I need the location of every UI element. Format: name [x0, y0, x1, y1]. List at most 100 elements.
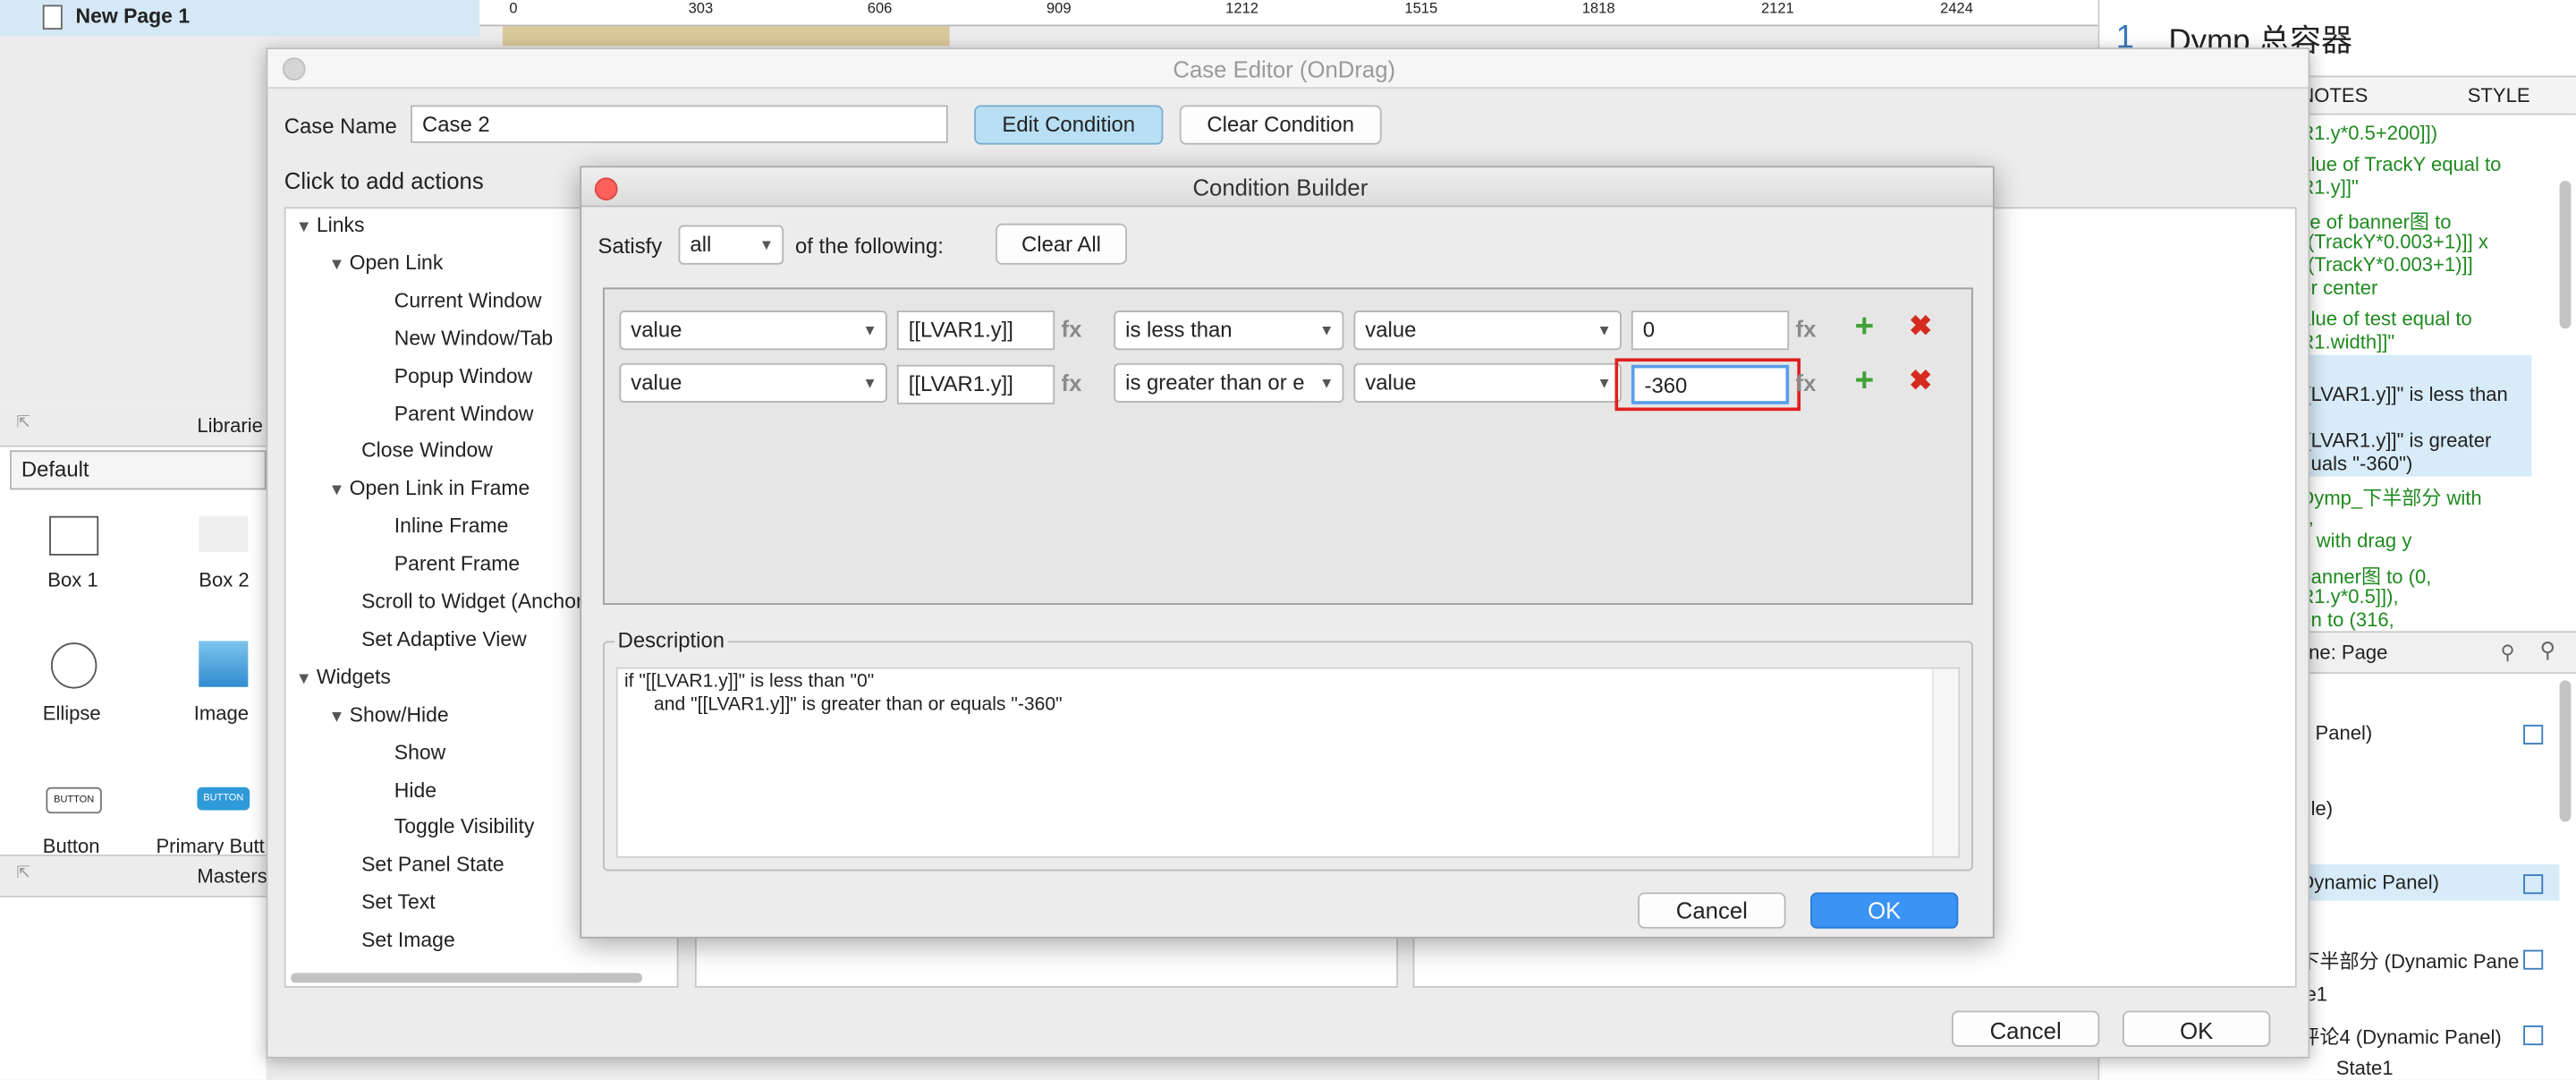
tree-item[interactable]: Hide: [394, 778, 436, 802]
tree-item[interactable]: Set Text: [361, 891, 436, 914]
close-icon[interactable]: [594, 177, 618, 201]
ruler-tick: 1818: [1581, 0, 1615, 17]
tree-item[interactable]: Close Window: [361, 439, 493, 463]
fx-button[interactable]: fx: [1062, 370, 1082, 395]
outline-item[interactable]: 下半部分 (Dynamic Pane: [2300, 947, 2519, 974]
add-row-icon[interactable]: +: [1855, 309, 1874, 346]
expand-triangle-icon[interactable]: ▼: [328, 256, 349, 274]
tree-item[interactable]: ▼ Widgets: [296, 665, 391, 688]
collapse-icon[interactable]: ⇱: [16, 414, 30, 432]
search-icon[interactable]: ⚲: [2540, 638, 2556, 664]
tree-item[interactable]: ▼ Open Link in Frame: [328, 477, 530, 500]
library-dropdown-value: Default: [21, 456, 89, 482]
close-icon[interactable]: [282, 57, 306, 81]
tree-item[interactable]: Show: [394, 741, 445, 764]
fx-button[interactable]: fx: [1796, 316, 1817, 342]
fx-button[interactable]: fx: [1062, 316, 1082, 342]
right-scrollbar[interactable]: [2559, 181, 2572, 329]
left-value-input[interactable]: [[LVAR1.y]]: [896, 364, 1055, 404]
outline-item[interactable]: 评论4 (Dynamic Panel): [2300, 1022, 2501, 1050]
left-type-dropdown[interactable]: value ▼: [619, 362, 887, 403]
panel-icon: [2523, 1025, 2544, 1046]
case-editor-title: Case Editor (OnDrag): [1173, 55, 1396, 82]
ellipse-icon[interactable]: [50, 642, 97, 689]
case-line: *(TrackY*0.003+1)]]: [2300, 252, 2473, 276]
chevron-down-icon: ▼: [1597, 374, 1612, 392]
tab-notes[interactable]: NOTES: [2300, 84, 2368, 107]
outline-scrollbar[interactable]: [2559, 680, 2572, 822]
outline-item[interactable]: Dynamic Panel): [2300, 871, 2439, 894]
tree-item[interactable]: Set Panel State: [361, 854, 504, 877]
filter-icon[interactable]: ⚲: [2500, 641, 2514, 664]
tree-item-label: Links: [316, 213, 365, 237]
right-type-dropdown[interactable]: value ▼: [1353, 310, 1622, 351]
tree-item[interactable]: New Window/Tab: [394, 327, 553, 350]
libraries-title: Librarie: [197, 413, 263, 438]
tree-item[interactable]: Set Image: [361, 929, 455, 952]
case-editor-ok-button[interactable]: OK: [2123, 1010, 2271, 1047]
outline-item[interactable]: c Panel): [2300, 721, 2372, 744]
edit-condition-button[interactable]: Edit Condition: [974, 105, 1164, 145]
expand-triangle-icon[interactable]: ▼: [296, 670, 317, 688]
chevron-down-icon: ▼: [862, 321, 877, 339]
following-label: of the following:: [794, 233, 944, 259]
operator-dropdown[interactable]: is greater than or e ▼: [1114, 362, 1344, 403]
tree-item-label: Set Text: [361, 890, 436, 914]
tree-item-label: Set Adaptive View: [361, 627, 527, 651]
delete-row-icon[interactable]: ✖: [1909, 310, 1932, 344]
cancel-button[interactable]: Cancel: [1638, 892, 1786, 929]
tree-scrollbar[interactable]: [291, 973, 643, 983]
operator-dropdown[interactable]: is less than ▼: [1114, 310, 1344, 351]
page-tab[interactable]: New Page 1: [0, 0, 480, 37]
tree-item[interactable]: Toggle Visibility: [394, 816, 535, 839]
fx-button[interactable]: fx: [1796, 370, 1817, 395]
library-dropdown[interactable]: Default: [10, 450, 267, 490]
case-line: Dymp_下半部分 with: [2300, 486, 2482, 510]
tree-item[interactable]: ▼ Open Link: [328, 251, 443, 275]
description-line: and "[[LVAR1.y]]" is greater than or equ…: [654, 694, 1063, 715]
tree-item[interactable]: Current Window: [394, 289, 542, 312]
primary-button-icon[interactable]: BUTTON: [197, 787, 250, 811]
tree-item[interactable]: Popup Window: [394, 364, 532, 387]
case-name-input[interactable]: Case 2: [411, 105, 948, 143]
box-icon[interactable]: [49, 515, 99, 556]
tree-item-label: Set Panel State: [361, 853, 504, 877]
tree-item-label: Parent Frame: [394, 552, 521, 576]
tree-item-label: Popup Window: [394, 364, 533, 387]
tree-item[interactable]: Inline Frame: [394, 514, 509, 538]
expand-triangle-icon[interactable]: ▼: [296, 218, 317, 236]
case-editor-cancel-button[interactable]: Cancel: [1951, 1010, 2100, 1047]
expand-triangle-icon[interactable]: ▼: [328, 708, 349, 726]
image-icon[interactable]: [199, 641, 249, 687]
box-gray-icon[interactable]: [199, 515, 249, 553]
right-type-dropdown[interactable]: value ▼: [1353, 362, 1622, 403]
tree-item[interactable]: Parent Frame: [394, 552, 520, 575]
tree-item[interactable]: Set Adaptive View: [361, 627, 527, 651]
right-value-input[interactable]: 0: [1631, 310, 1790, 351]
add-row-icon[interactable]: +: [1855, 363, 1874, 401]
tree-item[interactable]: Parent Window: [394, 402, 534, 425]
tree-item[interactable]: ▼ Show/Hide: [328, 703, 448, 727]
panel-icon: [2523, 949, 2544, 970]
outline-item[interactable]: State1: [2336, 1057, 2394, 1080]
canvas-strip: [503, 26, 950, 47]
left-type-dropdown[interactable]: value ▼: [619, 310, 887, 351]
satisfy-dropdown[interactable]: all ▼: [678, 225, 784, 265]
ok-button[interactable]: OK: [1810, 892, 1959, 929]
ruler-tick: 1212: [1225, 0, 1258, 17]
description-scrollbar[interactable]: [1931, 668, 1959, 856]
expand-triangle-icon[interactable]: ▼: [328, 482, 349, 500]
right-value-input[interactable]: -360: [1631, 364, 1790, 404]
chevron-down-icon: ▼: [1319, 321, 1335, 339]
delete-row-icon[interactable]: ✖: [1909, 365, 1932, 398]
clear-all-button[interactable]: Clear All: [996, 223, 1127, 265]
tree-item[interactable]: ▼ Links: [296, 214, 365, 237]
button-icon[interactable]: BUTTON: [46, 787, 102, 814]
clear-condition-button[interactable]: Clear Condition: [1179, 105, 1382, 145]
tab-style[interactable]: STYLE: [2468, 84, 2530, 107]
tree-item-label: Toggle Visibility: [394, 815, 535, 839]
ruler-tick: 0: [509, 0, 518, 17]
collapse-icon[interactable]: ⇱: [16, 864, 30, 882]
tree-item[interactable]: Scroll to Widget (Anchor: [361, 590, 583, 613]
left-value-input[interactable]: [[LVAR1.y]]: [896, 310, 1055, 351]
